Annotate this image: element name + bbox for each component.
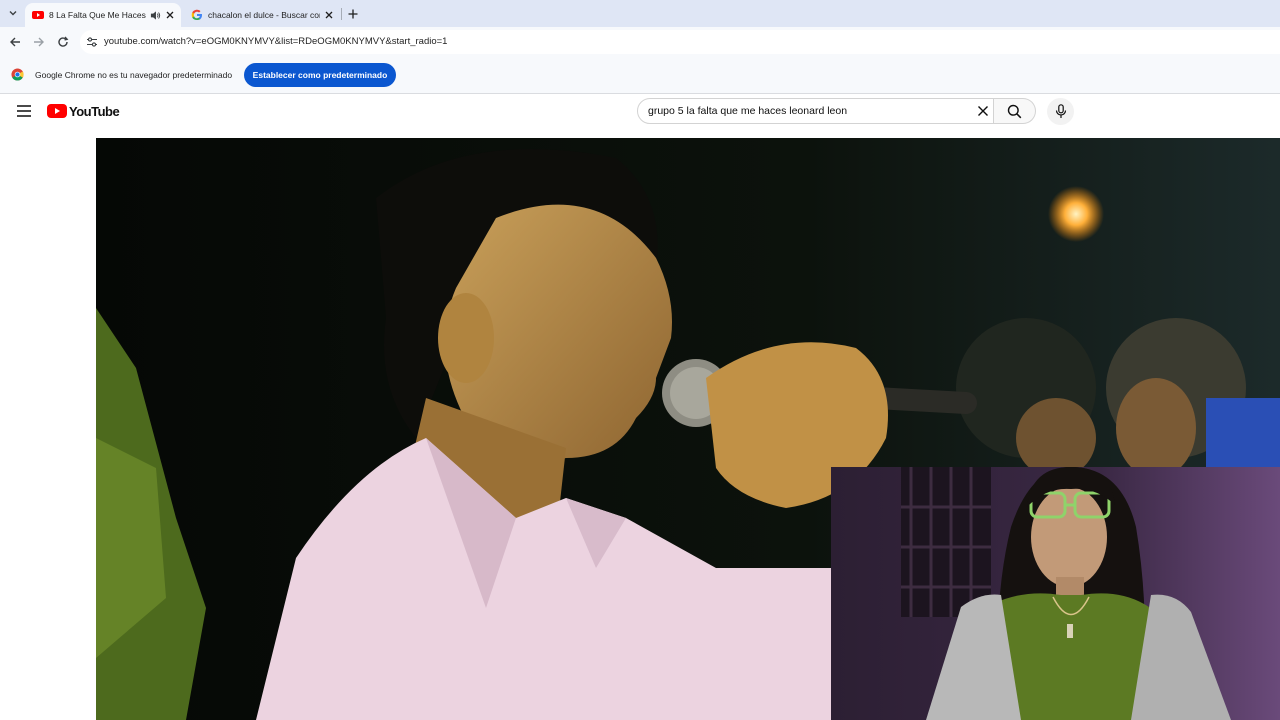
clear-search-icon[interactable] bbox=[976, 104, 990, 118]
browser-toolbar: youtube.com/watch?v=eOGM0KNYMVY&list=RDe… bbox=[0, 27, 1280, 57]
voice-search-button[interactable] bbox=[1047, 98, 1074, 125]
forward-arrow-icon[interactable] bbox=[32, 35, 46, 49]
tab-google-search[interactable]: chacalon el dulce - Buscar con bbox=[184, 3, 340, 27]
speaker-icon[interactable] bbox=[150, 10, 161, 21]
url-text[interactable]: youtube.com/watch?v=eOGM0KNYMVY&list=RDe… bbox=[104, 36, 447, 47]
tab-divider bbox=[341, 8, 342, 20]
default-browser-infobar: Google Chrome no es tu navegador predete… bbox=[0, 57, 1280, 94]
youtube-logo-text: YouTube bbox=[69, 103, 120, 119]
search-box[interactable] bbox=[637, 98, 994, 124]
youtube-play-logo-icon bbox=[47, 104, 67, 118]
browser-tab-strip: 8 La Falta Que Me Haces Cl chacalon el d… bbox=[0, 0, 1280, 27]
search-button[interactable] bbox=[994, 98, 1036, 124]
close-tab-icon[interactable] bbox=[324, 10, 334, 20]
youtube-masthead: YouTube bbox=[0, 94, 1280, 138]
search-input[interactable] bbox=[648, 103, 968, 119]
address-bar[interactable]: youtube.com/watch?v=eOGM0KNYMVY&list=RDe… bbox=[80, 30, 1280, 54]
webcam-overlay bbox=[831, 467, 1280, 720]
microphone-icon bbox=[1055, 104, 1066, 118]
infobar-message: Google Chrome no es tu navegador predete… bbox=[35, 70, 233, 80]
tab-search-button[interactable] bbox=[4, 4, 22, 22]
chevron-down-icon bbox=[9, 11, 17, 16]
back-arrow-icon[interactable] bbox=[8, 35, 22, 49]
new-tab-plus-icon[interactable] bbox=[346, 7, 360, 21]
site-info-tune-icon[interactable] bbox=[86, 36, 98, 48]
tab-title: chacalon el dulce - Buscar con bbox=[208, 10, 320, 20]
youtube-logo[interactable]: YouTube bbox=[47, 103, 120, 119]
reload-icon[interactable] bbox=[56, 35, 70, 49]
youtube-favicon-icon bbox=[32, 11, 44, 19]
search-icon bbox=[1007, 104, 1022, 118]
menu-hamburger-icon[interactable] bbox=[17, 105, 31, 117]
tab-youtube-video[interactable]: 8 La Falta Que Me Haces Cl bbox=[25, 3, 181, 27]
close-tab-icon[interactable] bbox=[165, 10, 175, 20]
tab-title: 8 La Falta Que Me Haces Cl bbox=[49, 10, 147, 20]
chrome-logo-icon bbox=[11, 68, 24, 81]
webcam-reactor-image bbox=[831, 467, 1280, 720]
google-favicon-icon bbox=[191, 9, 202, 20]
set-default-browser-button[interactable]: Establecer como predeterminado bbox=[244, 63, 396, 87]
